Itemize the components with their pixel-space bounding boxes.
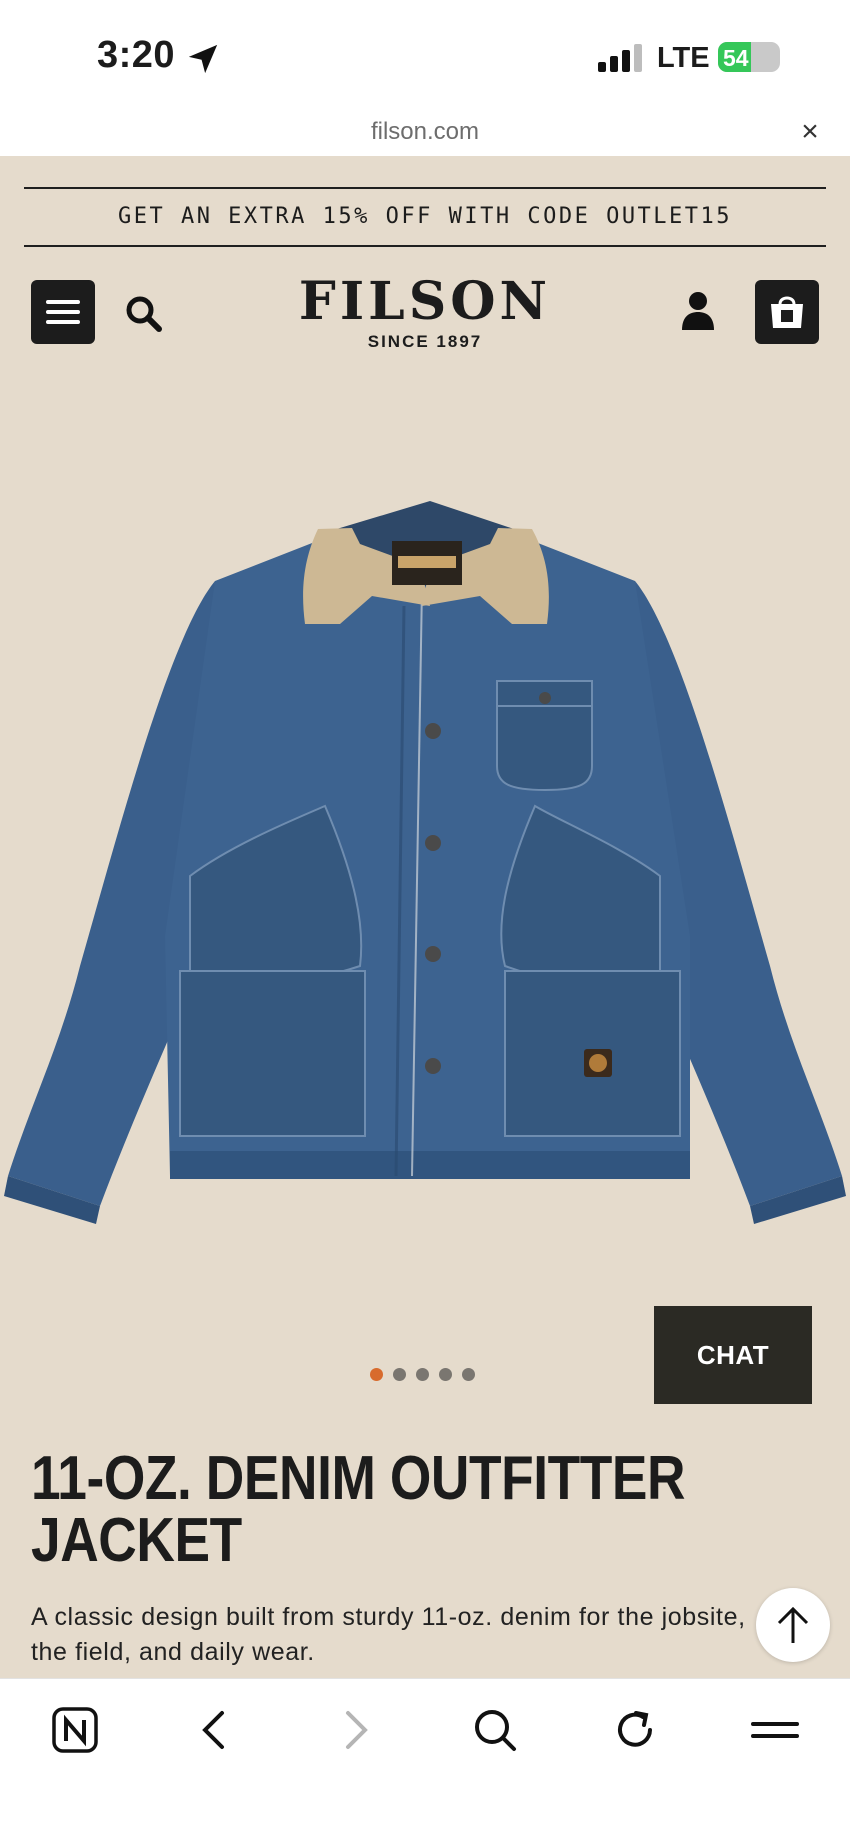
location-arrow-icon xyxy=(188,44,218,74)
network-type: LTE xyxy=(657,42,710,74)
status-bar: 3:20 LTE 54 xyxy=(0,0,850,110)
battery-icon: 54 xyxy=(718,42,780,72)
carousel-dot[interactable] xyxy=(416,1368,429,1381)
carousel-dot[interactable] xyxy=(370,1368,383,1381)
carousel-dot[interactable] xyxy=(439,1368,452,1381)
product-title: 11-OZ. DENIM OUTFITTER JACKET xyxy=(31,1444,686,1575)
arrow-up-icon xyxy=(777,1606,809,1643)
search-icon[interactable] xyxy=(124,294,164,334)
status-time: 3:20 xyxy=(97,34,176,76)
reload-icon[interactable] xyxy=(610,1705,660,1755)
brand-name: FILSON xyxy=(298,271,552,332)
promo-banner[interactable]: GET AN EXTRA 15% OFF WITH CODE OUTLET15 xyxy=(24,187,826,247)
browser-url-bar[interactable]: filson.com × xyxy=(0,110,850,156)
back-icon[interactable] xyxy=(190,1705,240,1755)
carousel-dot[interactable] xyxy=(393,1368,406,1381)
forward-icon[interactable] xyxy=(330,1705,380,1755)
cart-button[interactable] xyxy=(755,280,819,344)
search-icon[interactable] xyxy=(470,1705,520,1755)
product-description: A classic design built from sturdy 11-oz… xyxy=(31,1603,746,1666)
shopping-bag-icon xyxy=(771,296,803,328)
menu-icon[interactable] xyxy=(750,1705,800,1755)
battery-level: 54 xyxy=(723,45,749,71)
menu-button[interactable] xyxy=(31,280,95,344)
brand-since: SINCE 1897 xyxy=(367,332,483,351)
browser-toolbar xyxy=(0,1678,850,1842)
chat-button[interactable]: CHAT xyxy=(654,1306,812,1404)
notion-icon[interactable] xyxy=(50,1705,100,1755)
scroll-to-top-button[interactable] xyxy=(756,1588,830,1662)
web-page: GET AN EXTRA 15% OFF WITH CODE OUTLET15 … xyxy=(0,156,850,1678)
carousel-indicator[interactable] xyxy=(370,1368,485,1382)
cellular-signal-icon xyxy=(598,44,642,72)
filson-logo[interactable]: FILSON SINCE 1897 xyxy=(280,276,570,352)
account-icon[interactable] xyxy=(680,290,716,332)
product-image[interactable] xyxy=(0,406,850,1306)
carousel-dot[interactable] xyxy=(462,1368,475,1381)
close-icon[interactable]: × xyxy=(796,117,824,147)
url-domain[interactable]: filson.com xyxy=(0,118,850,146)
